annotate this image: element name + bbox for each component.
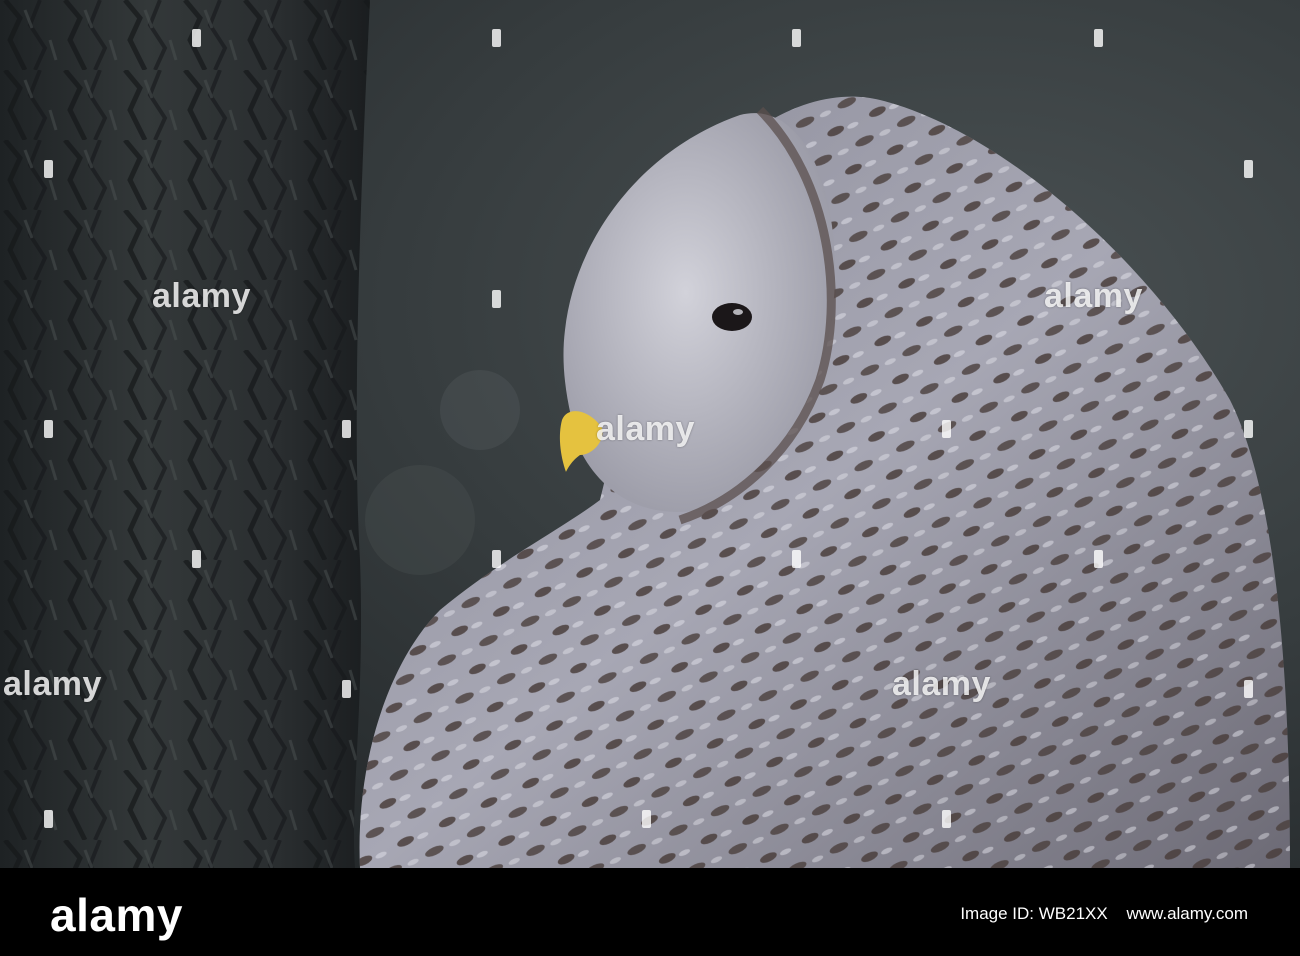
watermark-mark <box>942 420 951 438</box>
website-url: www.alamy.com <box>1126 904 1248 923</box>
watermark-mark <box>642 810 651 828</box>
watermark-mark <box>44 160 53 178</box>
watermark-mark <box>492 550 501 568</box>
alamy-logo: alamy <box>50 889 183 941</box>
watermark-text: alamy <box>152 277 251 315</box>
watermark-mark <box>492 29 501 47</box>
watermark-text: alamy <box>3 665 102 703</box>
watermark-mark <box>1094 550 1103 568</box>
watermark-mark <box>942 810 951 828</box>
photo: alamy alamy alamy alamy alamy <box>0 0 1300 868</box>
watermark-mark <box>1094 29 1103 47</box>
watermark-mark <box>192 550 201 568</box>
watermark-mark <box>44 420 53 438</box>
watermark-text: alamy <box>892 665 991 703</box>
watermark-mark <box>342 420 351 438</box>
owl-eye <box>712 303 752 331</box>
image-id: Image ID: WB21XX <box>960 904 1108 923</box>
watermark-mark <box>342 680 351 698</box>
watermark-text: alamy <box>1044 277 1143 315</box>
watermark-mark <box>192 29 201 47</box>
watermark-mark <box>792 550 801 568</box>
watermark-mark <box>44 810 53 828</box>
watermark-mark <box>792 29 801 47</box>
watermark-mark <box>1244 420 1253 438</box>
watermark-mark <box>492 290 501 308</box>
image-reference: Image ID: WB21XX www.alamy.com <box>946 904 1248 924</box>
watermark-mark <box>1244 680 1253 698</box>
footer-bar: alamy Image ID: WB21XX www.alamy.com <box>0 868 1300 956</box>
tree-trunk <box>0 0 370 868</box>
watermark-text: alamy <box>596 410 695 448</box>
watermark-mark <box>1244 160 1253 178</box>
